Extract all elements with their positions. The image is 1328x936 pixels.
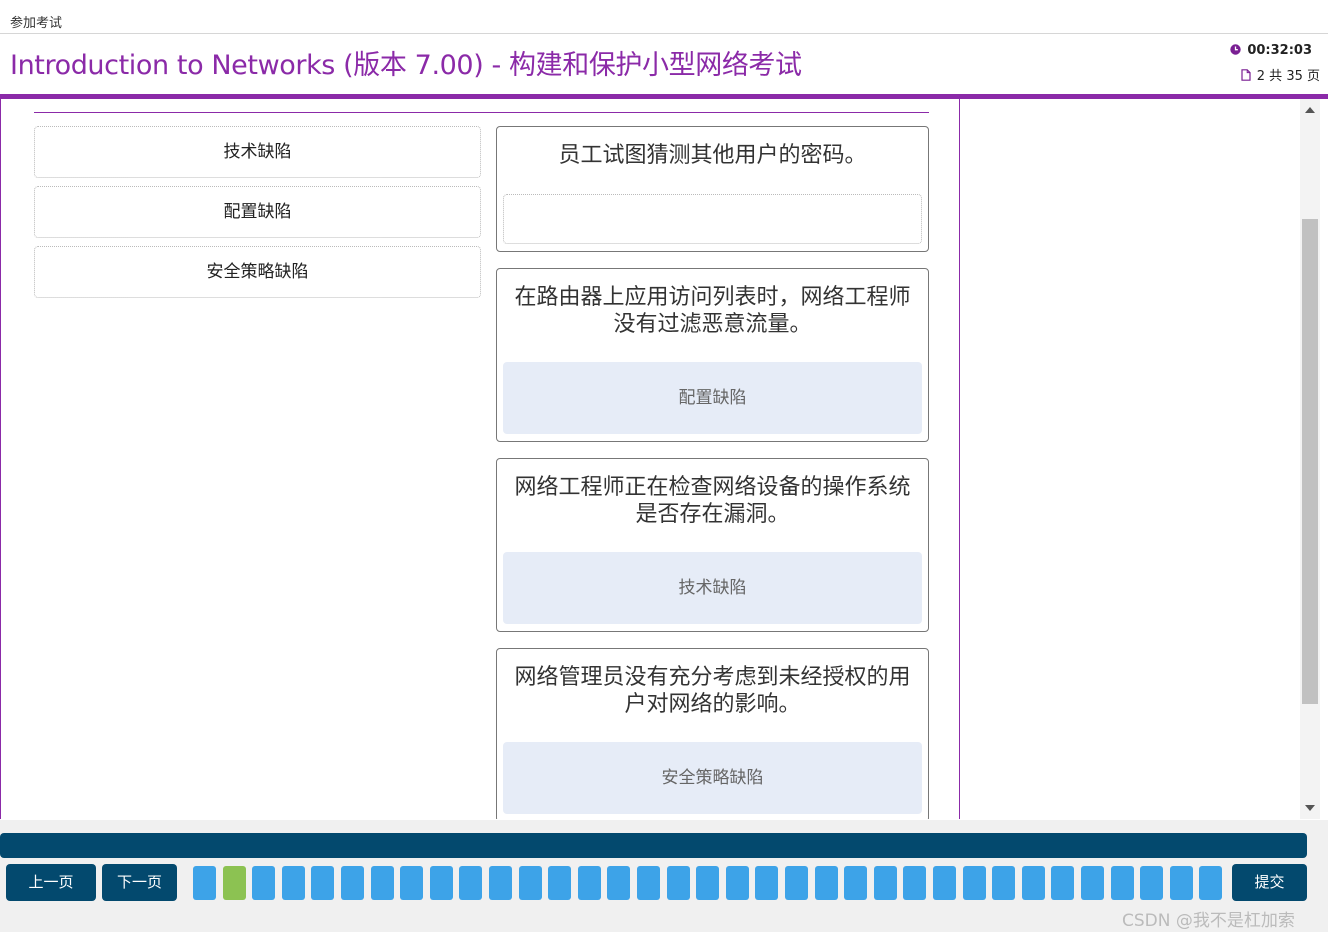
question-nav-10[interactable]	[459, 866, 482, 900]
drag-option-configuration-flaw[interactable]: 配置缺陷	[34, 186, 481, 238]
timer: 00:32:03	[1230, 43, 1312, 58]
question-nav-24[interactable]	[874, 866, 897, 900]
question-nav-9[interactable]	[430, 866, 453, 900]
question-nav-32[interactable]	[1111, 866, 1134, 900]
question-nav-2[interactable]	[223, 866, 246, 900]
drop-target[interactable]	[503, 194, 922, 244]
question-nav-15[interactable]	[607, 866, 630, 900]
drag-option-label: 配置缺陷	[223, 202, 292, 222]
document-icon	[1241, 69, 1251, 81]
drag-option-label: 安全策略缺陷	[206, 262, 309, 282]
question-nav-13[interactable]	[548, 866, 571, 900]
question-nav-35[interactable]	[1199, 866, 1222, 900]
match-question: 网络管理员没有充分考虑到未经授权的用户对网络的影响。	[514, 665, 911, 717]
next-page-button[interactable]: 下一页	[102, 864, 177, 901]
question-nav-25[interactable]	[903, 866, 926, 900]
question-nav-27[interactable]	[963, 866, 986, 900]
question-nav-14[interactable]	[578, 866, 601, 900]
submit-button[interactable]: 提交	[1232, 864, 1307, 901]
match-card-1: 员工试图猜测其他用户的密码。	[496, 126, 929, 252]
question-content: 技术缺陷 配置缺陷 安全策略缺陷 员工试图猜测其他用户的密码。 在路由器上应用访…	[0, 99, 1300, 819]
question-nav-5[interactable]	[311, 866, 334, 900]
timer-value: 00:32:03	[1247, 43, 1312, 58]
question-nav-22[interactable]	[815, 866, 838, 900]
drag-option-security-policy-flaw[interactable]: 安全策略缺陷	[34, 246, 481, 298]
question-nav-29[interactable]	[1022, 866, 1045, 900]
question-nav-30[interactable]	[1051, 866, 1074, 900]
question-nav-21[interactable]	[785, 866, 808, 900]
top-bar: 参加考试	[0, 0, 1328, 34]
question-nav-6[interactable]	[341, 866, 364, 900]
question-nav-3[interactable]	[252, 866, 275, 900]
question-nav-20[interactable]	[755, 866, 778, 900]
breadcrumb: 参加考试	[10, 16, 63, 31]
question-nav-28[interactable]	[992, 866, 1015, 900]
question-nav-11[interactable]	[489, 866, 512, 900]
drag-option-label: 技术缺陷	[223, 142, 292, 162]
question-nav-4[interactable]	[282, 866, 305, 900]
question-nav-17[interactable]	[667, 866, 690, 900]
clock-icon	[1230, 44, 1242, 55]
question-nav-1[interactable]	[193, 866, 216, 900]
question-nav-33[interactable]	[1140, 866, 1163, 900]
question-nav-23[interactable]	[844, 866, 867, 900]
footer-nav: 上一页 下一页 提交 CSDN @我不是杠加索	[0, 820, 1328, 936]
question-nav-16[interactable]	[637, 866, 660, 900]
question-nav-12[interactable]	[519, 866, 542, 900]
question-nav-31[interactable]	[1081, 866, 1104, 900]
bottom-strip	[0, 932, 1328, 936]
match-card-2: 在路由器上应用访问列表时，网络工程师没有过滤恶意流量。 配置缺陷	[496, 268, 929, 442]
prev-page-button[interactable]: 上一页	[6, 864, 96, 901]
match-card-4: 网络管理员没有充分考虑到未经授权的用户对网络的影响。 安全策略缺陷	[496, 648, 929, 819]
content-border	[959, 99, 960, 819]
scroll-down-arrow-icon[interactable]	[1305, 805, 1315, 811]
drag-option-technical-flaw[interactable]: 技术缺陷	[34, 126, 481, 178]
scrollbar[interactable]	[1300, 99, 1320, 819]
question-nav-19[interactable]	[726, 866, 749, 900]
drop-target[interactable]: 配置缺陷	[503, 362, 922, 434]
question-nav-7[interactable]	[371, 866, 394, 900]
question-nav-34[interactable]	[1170, 866, 1193, 900]
match-question: 在路由器上应用访问列表时，网络工程师没有过滤恶意流量。	[514, 285, 911, 337]
question-nav-8[interactable]	[400, 866, 423, 900]
progress-bar	[0, 833, 1307, 858]
exam-header: Introduction to Networks (版本 7.00) - 构建和…	[0, 34, 1328, 94]
watermark: CSDN @我不是杠加索	[1122, 911, 1295, 931]
exam-title: Introduction to Networks (版本 7.00) - 构建和…	[10, 50, 802, 81]
match-question: 员工试图猜测其他用户的密码。	[558, 143, 867, 168]
scrollbar-thumb[interactable]	[1302, 219, 1318, 704]
page-indicator: 2 共 35 页	[1241, 65, 1320, 84]
drop-target[interactable]: 技术缺陷	[503, 552, 922, 624]
question-nav-18[interactable]	[696, 866, 719, 900]
question-divider	[34, 112, 929, 113]
scroll-up-arrow-icon[interactable]	[1305, 107, 1315, 113]
match-question: 网络工程师正在检查网络设备的操作系统是否存在漏洞。	[514, 475, 911, 527]
page-indicator-text: 2 共 35 页	[1256, 69, 1320, 84]
question-nav-26[interactable]	[933, 866, 956, 900]
drop-target[interactable]: 安全策略缺陷	[503, 742, 922, 814]
match-card-3: 网络工程师正在检查网络设备的操作系统是否存在漏洞。 技术缺陷	[496, 458, 929, 632]
